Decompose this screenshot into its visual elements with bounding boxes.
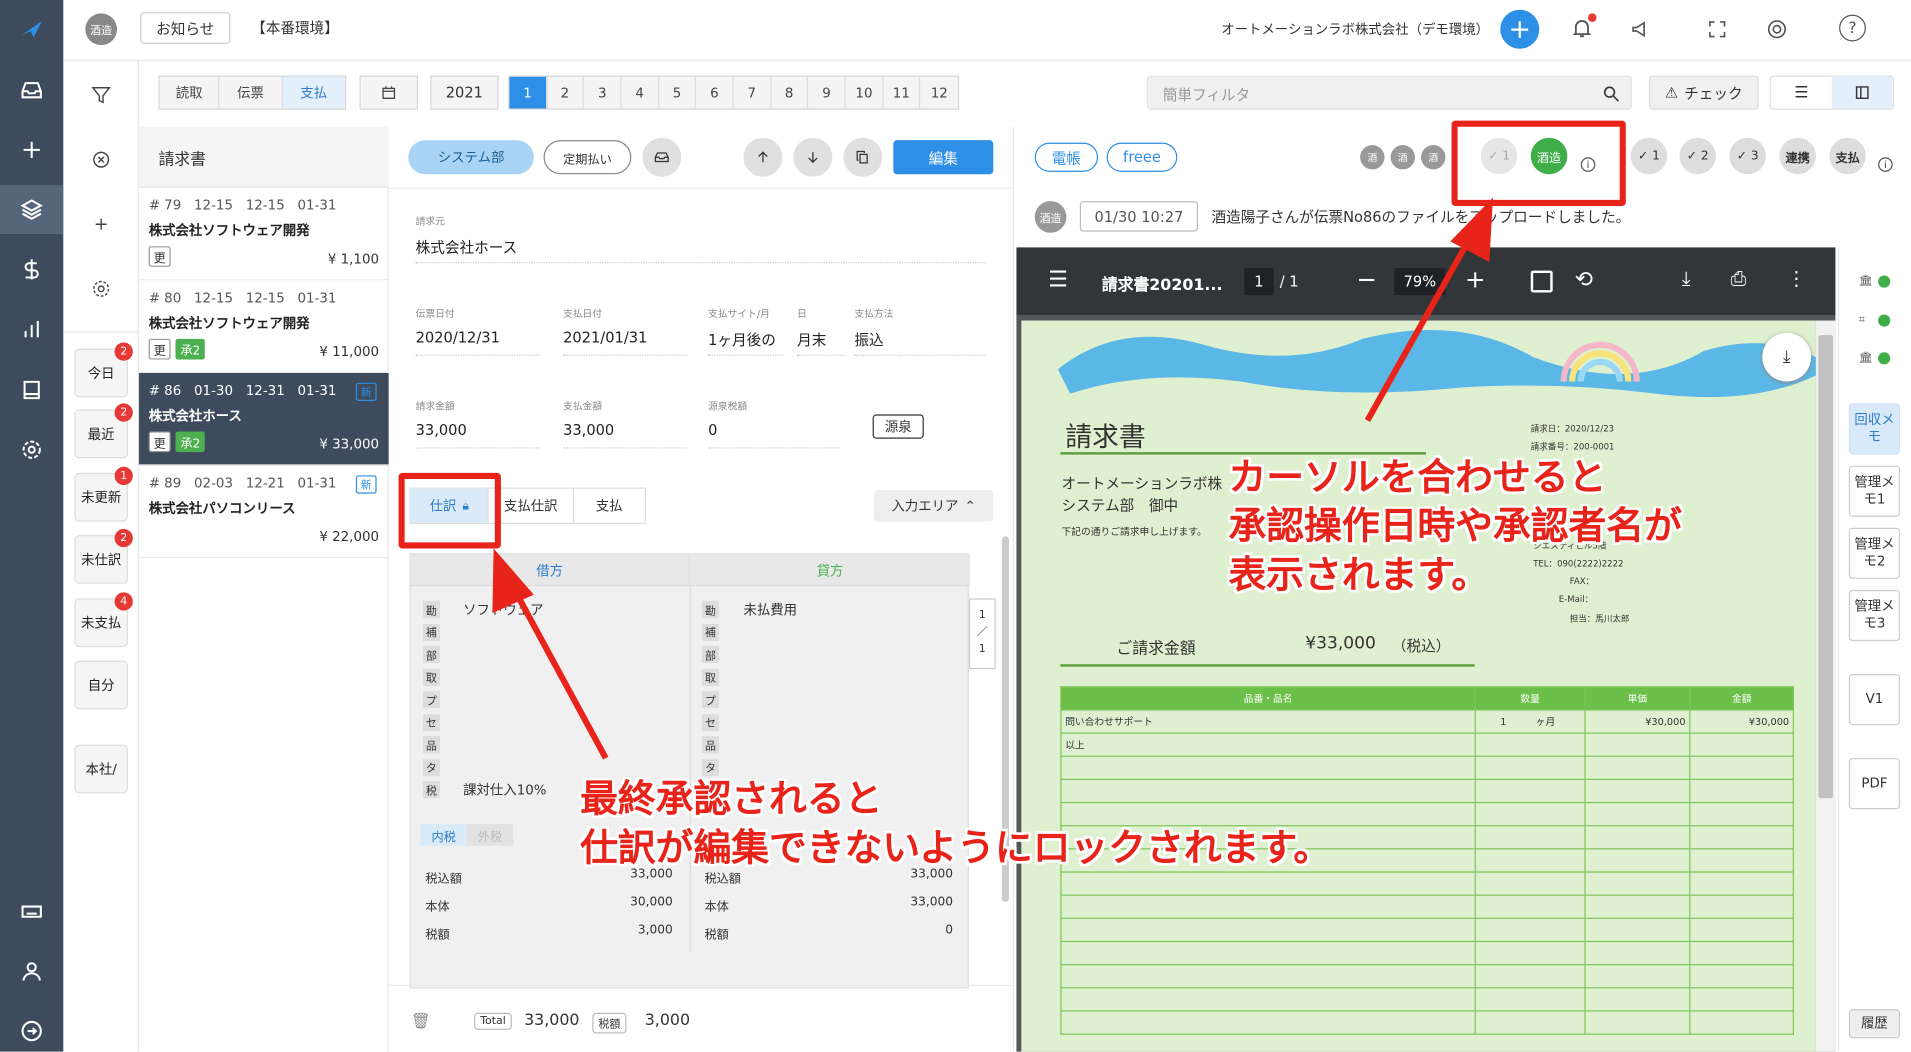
annotation-1-line-2: 承認操作日時や承認者名が bbox=[1228, 504, 1682, 549]
annotation-1-line-1: カーソルを合わせると bbox=[1228, 455, 1607, 500]
annotation-lock: 最終承認されると 仕訳が編集できないようにロックされます。 bbox=[580, 775, 1331, 873]
annotation-2-line-1: 最終承認されると bbox=[580, 777, 883, 822]
annotation-tooltip: カーソルを合わせると 承認操作日時や承認者名が 表示されます。 bbox=[1229, 453, 1682, 599]
annotation-1-line-3: 表示されます。 bbox=[1228, 553, 1490, 598]
annotation-2-line-2: 仕訳が編集できないようにロックされます。 bbox=[580, 826, 1332, 871]
